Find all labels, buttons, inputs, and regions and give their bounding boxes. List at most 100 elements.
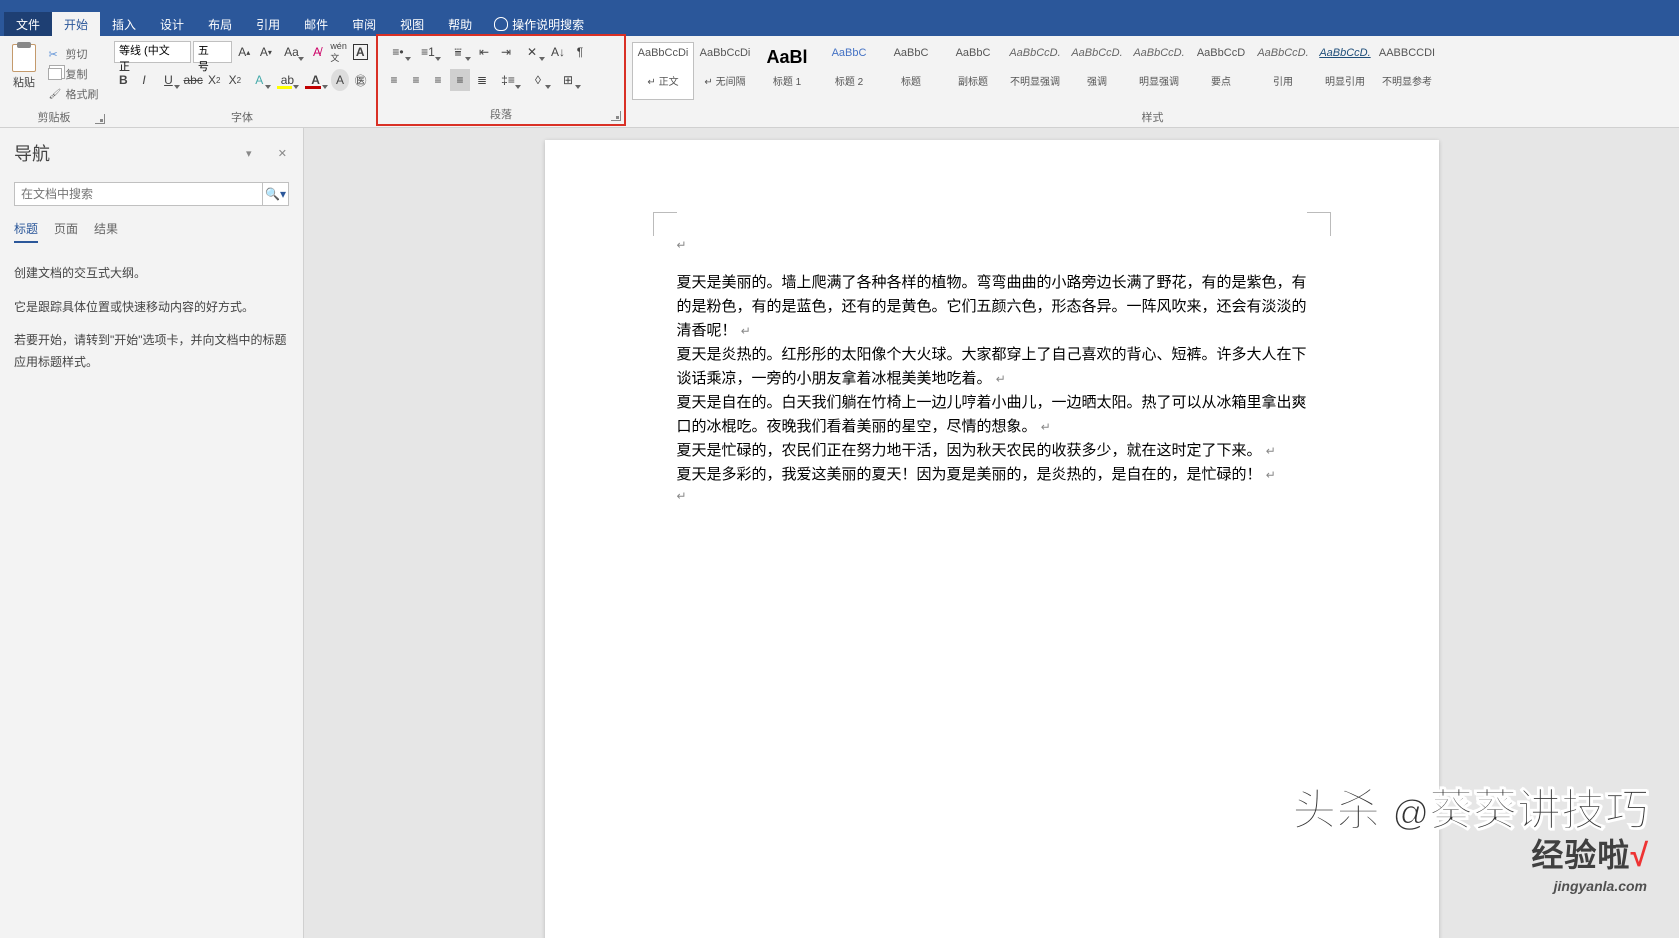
tab-design[interactable]: 设计 bbox=[148, 12, 196, 36]
clear-format-button[interactable]: A̸ bbox=[307, 41, 327, 63]
bulb-icon bbox=[494, 17, 508, 31]
bullets-button[interactable]: ≡• bbox=[384, 41, 412, 63]
line-spacing-button[interactable]: ‡≡ bbox=[494, 69, 522, 91]
watermark-brand: 经验啦√ bbox=[1531, 830, 1649, 876]
group-clipboard: 粘贴 剪切 复制 格式刷 剪贴板 bbox=[0, 36, 108, 127]
style-item[interactable]: AaBbCcDi↵ 无间隔 bbox=[694, 42, 756, 100]
copy-button[interactable]: 复制 bbox=[48, 64, 98, 84]
style-item[interactable]: AaBbC标题 bbox=[880, 42, 942, 100]
watermark-author: 头杀 @葵葵讲技巧 bbox=[1292, 774, 1649, 838]
group-font: 等线 (中文正 五号 A▴ A▾ Aa A̸ wén文 A B I U abc … bbox=[108, 36, 376, 127]
increase-indent-button[interactable]: ⇥ bbox=[496, 41, 516, 63]
paste-icon bbox=[12, 44, 36, 72]
group-paragraph: ≡• ≡1 ⩸ ⇤ ⇥ ✕ A↓ ¶ ≡ ≡ ≡ ≡ ≣ ‡≡ ◊ ⊞ 段落 bbox=[376, 34, 626, 126]
tab-help[interactable]: 帮助 bbox=[436, 12, 484, 36]
paste-button[interactable]: 粘贴 bbox=[6, 40, 42, 90]
highlight-button[interactable]: ab bbox=[274, 69, 300, 91]
style-item[interactable]: AaBbC标题 2 bbox=[818, 42, 880, 100]
navigation-pane: 导航 ▾ ✕ 🔍▾ 标题 页面 结果 创建文档的交互式大纲。 它是跟踪具体位置或… bbox=[0, 128, 304, 938]
font-size-select[interactable]: 五号 bbox=[193, 41, 233, 63]
font-color-button[interactable]: A bbox=[302, 69, 328, 91]
nav-tab-results[interactable]: 结果 bbox=[94, 220, 118, 243]
tab-layout[interactable]: 布局 bbox=[196, 12, 244, 36]
strike-button[interactable]: abc bbox=[183, 69, 202, 91]
style-item[interactable]: AaBbCcD.不明显强调 bbox=[1004, 42, 1066, 100]
search-input[interactable] bbox=[15, 183, 262, 205]
tab-references[interactable]: 引用 bbox=[244, 12, 292, 36]
font-group-label: 字体 bbox=[108, 109, 376, 125]
shrink-font-button[interactable]: A▾ bbox=[256, 41, 276, 63]
cut-button[interactable]: 剪切 bbox=[48, 44, 98, 64]
grow-font-button[interactable]: A▴ bbox=[234, 41, 254, 63]
font-name-select[interactable]: 等线 (中文正 bbox=[114, 41, 191, 63]
corner-marker bbox=[1307, 212, 1331, 236]
text-effect-button[interactable]: A bbox=[246, 69, 272, 91]
decrease-indent-button[interactable]: ⇤ bbox=[474, 41, 494, 63]
borders-button[interactable]: ⊞ bbox=[554, 69, 582, 91]
tab-home[interactable]: 开始 bbox=[52, 12, 100, 36]
copy-icon bbox=[48, 68, 62, 80]
change-case-button[interactable]: Aa bbox=[278, 41, 305, 63]
document-body[interactable]: ↵ 夏天是美丽的。墙上爬满了各种各样的植物。弯弯曲曲的小路旁边长满了野花，有的是… bbox=[677, 236, 1307, 506]
shading-button[interactable]: ◊ bbox=[524, 69, 552, 91]
distribute-button[interactable]: ≣ bbox=[472, 69, 492, 91]
char-shading-button[interactable]: A bbox=[331, 69, 350, 91]
underline-button[interactable]: U bbox=[155, 69, 181, 91]
nav-dropdown-button[interactable]: ▾ bbox=[244, 146, 254, 162]
numbering-button[interactable]: ≡1 bbox=[414, 41, 442, 63]
align-right-button[interactable]: ≡ bbox=[428, 69, 448, 91]
style-item[interactable]: AaBbCcDi↵ 正文 bbox=[632, 42, 694, 100]
multilevel-button[interactable]: ⩸ bbox=[444, 41, 472, 63]
style-item[interactable]: AaBbC副标题 bbox=[942, 42, 1004, 100]
tab-insert[interactable]: 插入 bbox=[100, 12, 148, 36]
char-border-button[interactable]: A bbox=[350, 41, 370, 63]
tab-review[interactable]: 审阅 bbox=[340, 12, 388, 36]
brush-icon bbox=[48, 88, 62, 100]
show-marks-button[interactable]: ¶ bbox=[570, 41, 590, 63]
nav-tab-headings[interactable]: 标题 bbox=[14, 220, 38, 243]
bold-button[interactable]: B bbox=[114, 69, 133, 91]
style-item[interactable]: AaBbCcD.明显引用 bbox=[1314, 42, 1376, 100]
tell-me-search[interactable]: 操作说明搜索 bbox=[494, 16, 584, 33]
asian-layout-button[interactable]: ✕ bbox=[518, 41, 546, 63]
align-center-button[interactable]: ≡ bbox=[406, 69, 426, 91]
style-item[interactable]: AaBbCcD.明显强调 bbox=[1128, 42, 1190, 100]
paragraph-mark: ↵ bbox=[677, 236, 1307, 255]
nav-title: 导航 bbox=[14, 140, 50, 166]
style-item[interactable]: AaBbCcD要点 bbox=[1190, 42, 1252, 100]
nav-tab-pages[interactable]: 页面 bbox=[54, 220, 78, 243]
corner-marker bbox=[653, 212, 677, 236]
group-styles: AaBbCcDi↵ 正文AaBbCcDi↵ 无间隔AaBl标题 1AaBbC标题… bbox=[626, 36, 1679, 127]
style-item[interactable]: AABBCCDI不明显参考 bbox=[1376, 42, 1438, 100]
justify-button[interactable]: ≡ bbox=[450, 69, 470, 91]
styles-group-label: 样式 bbox=[626, 109, 1679, 125]
format-painter-button[interactable]: 格式刷 bbox=[48, 84, 98, 104]
nav-close-button[interactable]: ✕ bbox=[276, 146, 289, 162]
clipboard-launcher[interactable] bbox=[95, 114, 105, 124]
style-item[interactable]: AaBbCcD.强调 bbox=[1066, 42, 1128, 100]
enclose-char-button[interactable]: ㊩ bbox=[351, 69, 370, 91]
paragraph-launcher[interactable] bbox=[611, 111, 621, 121]
paragraph-group-label: 段落 bbox=[378, 106, 624, 122]
ribbon: 粘贴 剪切 复制 格式刷 剪贴板 等线 (中文正 五号 A▴ A▾ Aa A̸ … bbox=[0, 36, 1679, 128]
search-button[interactable]: 🔍▾ bbox=[262, 183, 288, 205]
menu-bar: 文件 开始 插入 设计 布局 引用 邮件 审阅 视图 帮助 操作说明搜索 bbox=[0, 12, 1679, 36]
style-item[interactable]: AaBl标题 1 bbox=[756, 42, 818, 100]
nav-search: 🔍▾ bbox=[14, 182, 289, 206]
italic-button[interactable]: I bbox=[135, 69, 154, 91]
style-item[interactable]: AaBbCcD.引用 bbox=[1252, 42, 1314, 100]
sort-button[interactable]: A↓ bbox=[548, 41, 568, 63]
subscript-button[interactable]: X2 bbox=[205, 69, 224, 91]
tab-view[interactable]: 视图 bbox=[388, 12, 436, 36]
tell-me-label: 操作说明搜索 bbox=[512, 16, 584, 33]
tab-mailings[interactable]: 邮件 bbox=[292, 12, 340, 36]
watermark-url: jingyanla.com bbox=[1554, 878, 1647, 894]
nav-info: 创建文档的交互式大纲。 它是跟踪具体位置或快速移动内容的好方式。 若要开始，请转… bbox=[14, 263, 289, 373]
scissors-icon bbox=[48, 48, 62, 60]
paste-label: 粘贴 bbox=[6, 74, 42, 90]
superscript-button[interactable]: X2 bbox=[226, 69, 245, 91]
tab-file[interactable]: 文件 bbox=[4, 12, 52, 36]
phonetic-button[interactable]: wén文 bbox=[329, 41, 349, 63]
align-left-button[interactable]: ≡ bbox=[384, 69, 404, 91]
clipboard-group-label: 剪贴板 bbox=[0, 109, 108, 125]
